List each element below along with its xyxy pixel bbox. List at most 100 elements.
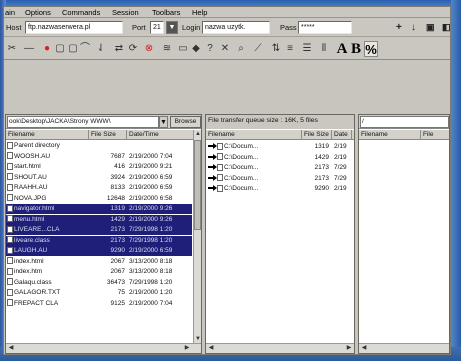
menu-help[interactable]: Help	[192, 8, 207, 17]
upload-arrow-icon	[208, 164, 217, 171]
local-file-row[interactable]: GALAGOR.TXT 75 2/19/2000 1:20	[6, 288, 192, 298]
scroll-left-icon[interactable]: ◀	[7, 344, 15, 352]
local-file-row[interactable]: SHOUT.AU 3924 2/19/2000 6:59	[6, 173, 192, 183]
help-icon[interactable]: ?	[205, 41, 215, 57]
main-toolbar: ✂ — ● ▢ ▢ ⌒ ⇃ ⇄ ⟳ ⊗ ≋ ▭ ◆ ? ✕ ⌕ ⟋ ⇅ ≡ ☰ …	[4, 38, 450, 60]
info-icon[interactable]: ⟋	[253, 41, 263, 57]
copy-icon[interactable]: ▢	[68, 41, 78, 57]
auto-mode-icon[interactable]: %	[364, 41, 378, 57]
local-file-row[interactable]: index.htm 2067 3/13/2000 8:18	[6, 267, 192, 277]
menu-file[interactable]: ain	[5, 8, 15, 17]
swap-icon[interactable]: ⇄	[114, 41, 124, 57]
scroll-right-icon[interactable]: ▶	[183, 344, 191, 352]
remote-horizontal-scrollbar[interactable]: ◀	[359, 343, 449, 353]
scroll-up-icon[interactable]: ▲	[194, 130, 201, 138]
queue-file-path: C:\Docum...	[224, 185, 259, 192]
local-vertical-scrollbar[interactable]: ▲ ▼	[193, 130, 201, 343]
queue-horizontal-scrollbar[interactable]: ◀ ▶	[206, 343, 354, 353]
file-name: NOVA.JPG	[7, 194, 89, 204]
scissors-icon[interactable]: —	[24, 41, 34, 57]
connect-red-icon[interactable]: ⊗	[144, 41, 154, 57]
local-file-row[interactable]: FREPACT CLA 9125 2/19/2000 7:04	[6, 299, 192, 309]
mode-icon[interactable]: ≋	[161, 41, 173, 57]
cut-icon[interactable]: ✂	[7, 41, 17, 57]
local-path-field[interactable]: ook\Desktop\JACKA\Strony WWW\	[7, 116, 159, 128]
local-file-row[interactable]: RAAHH.AU 8133 2/19/2000 6:59	[6, 183, 192, 193]
local-file-row[interactable]: navigator.html 1319 2/19/2000 9:26	[6, 204, 192, 214]
stop-icon[interactable]: ●	[42, 41, 52, 57]
sort-icon[interactable]: ⇃	[96, 41, 106, 57]
queue-row[interactable]: C:\Docum... 1319 2/19	[206, 142, 354, 152]
host-field[interactable]: ftp.nazwaserwera.pl	[25, 21, 123, 34]
queue-row[interactable]: C:\Docum... 1429 2/19	[206, 153, 354, 163]
local-file-row[interactable]: Parent directory	[6, 141, 192, 151]
local-file-row[interactable]: liveare.class 2173 7/29/1998 1:20	[6, 235, 192, 246]
connect-icon[interactable]: ◧	[442, 22, 451, 33]
queue-file-size: 1319	[314, 143, 329, 150]
queue-col-date[interactable]: Date	[332, 130, 352, 140]
local-file-row[interactable]: Galaqu.class 36473 7/29/1998 1:20	[6, 278, 192, 288]
ascii-mode-icon[interactable]: A	[335, 41, 349, 57]
add-icon[interactable]: +	[396, 22, 402, 33]
file-icon	[7, 162, 13, 170]
queue-scroll-left-icon[interactable]: ◀	[207, 344, 215, 352]
menu-toolbars[interactable]: Toolbars	[152, 8, 180, 17]
local-file-row[interactable]: start.html 416 2/19/2000 9:21	[6, 162, 192, 172]
file-date: 7/29/1998 1:20	[129, 278, 173, 286]
local-pane-header: ook\Desktop\JACKA\Strony WWW\ ▼ Browse	[6, 115, 201, 129]
col-filename[interactable]: Filename	[6, 130, 89, 140]
queue-row[interactable]: C:\Docum... 2173 7/29	[206, 174, 354, 184]
local-file-row[interactable]: index.html 2067 3/13/2000 8:18	[6, 257, 192, 267]
col-filesize[interactable]: File Size	[89, 130, 127, 140]
queue-col-filename[interactable]: Filename	[206, 130, 302, 140]
local-horizontal-scrollbar[interactable]: ◀ ▶	[6, 343, 201, 353]
password-field[interactable]: *****	[298, 21, 352, 34]
local-path-dropdown-icon[interactable]: ▼	[159, 116, 168, 128]
queue-col-size[interactable]: File Size	[302, 130, 332, 140]
window-icon[interactable]: ▣	[426, 22, 435, 33]
port-dropdown-icon[interactable]: ▼	[166, 21, 178, 34]
queue-file-name: C:\Docum...	[208, 184, 302, 194]
queue-scroll-right-icon[interactable]: ▶	[345, 344, 353, 352]
file-icon	[7, 299, 13, 307]
file-name-text: index.html	[14, 257, 44, 265]
file-name-text: GALAGOR.TXT	[14, 289, 61, 296]
remote-col-size[interactable]: File	[421, 130, 449, 140]
queue-row[interactable]: C:\Docum... 9290 2/19	[206, 184, 354, 194]
file-name: start.html	[7, 162, 89, 172]
options-icon[interactable]: ⇅	[270, 41, 282, 57]
scroll-thumb[interactable]	[194, 140, 201, 230]
menu-session[interactable]: Session	[112, 8, 139, 17]
port-field[interactable]: 21	[150, 21, 164, 34]
local-file-row[interactable]: LIVEARE...CLA 2173 7/29/1998 1:20	[6, 225, 192, 235]
remote-path-field[interactable]: /	[360, 116, 449, 128]
arrow-down-icon[interactable]: ↓	[411, 22, 416, 33]
local-file-row[interactable]: NOVA.JPG 12648 2/19/2000 6:58	[6, 194, 192, 204]
local-file-row[interactable]: menu.html 1429 2/19/2000 9:26	[6, 214, 192, 225]
local-file-row[interactable]: WOOSH.AU 7687 2/19/2000 7:04	[6, 152, 192, 162]
remote-col-filename[interactable]: Filename	[359, 130, 421, 140]
delete-icon[interactable]: ◆	[191, 41, 201, 57]
login-field[interactable]: nazwa uzytk.	[202, 21, 270, 34]
scroll-down-icon[interactable]: ▼	[194, 335, 201, 343]
remote-scroll-left-icon[interactable]: ◀	[360, 344, 368, 352]
list-view-icon[interactable]: ≡	[284, 41, 296, 57]
menu-options[interactable]: Options	[25, 8, 51, 17]
new-file-icon[interactable]: ▢	[55, 41, 65, 57]
detail-view-icon[interactable]: ☰	[301, 41, 313, 57]
local-file-row[interactable]: LAUGH.AU 9290 2/19/2000 6:59	[6, 246, 192, 256]
col-datetime[interactable]: Date/Time	[127, 130, 195, 140]
folder-icon[interactable]: ▭	[178, 41, 188, 57]
file-date: 7/29/1998 1:20	[129, 226, 173, 233]
browse-button[interactable]: Browse	[170, 116, 201, 128]
file-icon	[7, 141, 13, 149]
queue-row[interactable]: C:\Docum... 2173 7/29	[206, 163, 354, 173]
binary-mode-icon[interactable]: B	[349, 41, 363, 57]
menu-commands[interactable]: Commands	[62, 8, 100, 17]
file-date: 2/19/2000 9:26	[129, 215, 173, 223]
view-icon[interactable]: ✕	[220, 41, 230, 57]
refresh-icon[interactable]: ⟳	[128, 41, 138, 57]
search-icon[interactable]: ⌕	[236, 41, 246, 57]
columns-icon[interactable]: ⦀	[318, 41, 330, 57]
folder-up-icon[interactable]: ⌒	[80, 41, 90, 57]
